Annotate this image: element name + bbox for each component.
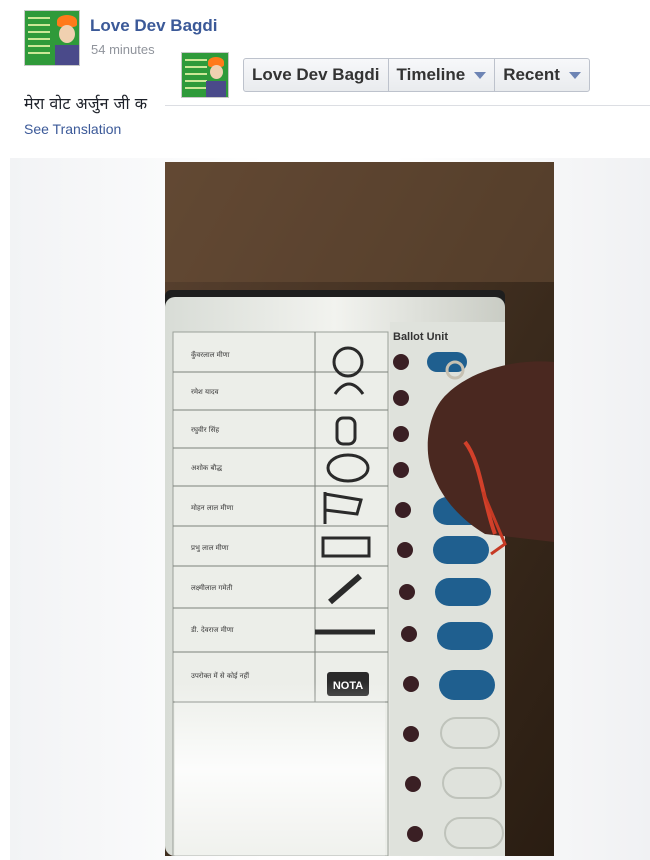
timeline-nav-panel: Love Dev Bagdi Timeline Recent: [165, 44, 650, 106]
caret-down-icon: [474, 71, 487, 79]
candidate-name: डी. देवराज मीणा: [190, 625, 234, 634]
candidate-name: लक्ष्मीलाल गमेती: [191, 583, 233, 592]
avatar-text-lines: [185, 59, 207, 94]
candidate-name: रघुवीर सिंह: [191, 425, 219, 434]
nav-avatar[interactable]: [181, 52, 229, 98]
profile-name-button[interactable]: Love Dev Bagdi: [244, 59, 389, 91]
post-timestamp[interactable]: 54 minutes: [91, 42, 155, 57]
ballot-unit-label: Ballot Unit: [393, 331, 448, 343]
avatar-shirt: [55, 45, 79, 65]
candidate-name: अशोक बौद्ध: [191, 463, 222, 472]
candidate-name: रमेश यादव: [191, 387, 219, 396]
author-name-link[interactable]: Love Dev Bagdi: [90, 16, 218, 36]
post-text: मेरा वोट अर्जुन जी क: [24, 94, 147, 113]
nota-symbol: NOTA: [333, 680, 363, 692]
avatar-face: [210, 65, 223, 79]
see-translation-link[interactable]: See Translation: [24, 121, 121, 137]
evm-photo-illustration: कुँवरलाल मीणा रमेश यादव रघुवीर सिंह अशोक बौ…: [165, 162, 554, 856]
author-avatar[interactable]: [24, 10, 80, 66]
avatar-shirt: [206, 81, 226, 97]
caret-down-icon: [568, 71, 581, 79]
candidate-name: उपरोक्त में से कोई नहीं: [191, 671, 249, 680]
timeline-label: Timeline: [396, 65, 466, 84]
timeline-nav-bar: Love Dev Bagdi Timeline Recent: [243, 58, 590, 92]
timeline-dropdown[interactable]: Timeline: [389, 59, 496, 91]
avatar-face: [59, 25, 75, 43]
avatar-text-lines: [28, 17, 50, 59]
candidate-name: मोहन लाल मीणा: [191, 503, 233, 512]
post-photo[interactable]: कुँवरलाल मीणा रमेश यादव रघुवीर सिंह अशोक बौ…: [165, 162, 554, 856]
recent-label: Recent: [503, 65, 560, 84]
candidate-name: कुँवरलाल मीणा: [191, 350, 230, 359]
recent-dropdown[interactable]: Recent: [495, 59, 589, 91]
candidate-name: प्रभु लाल मीणा: [191, 543, 229, 552]
profile-name-label: Love Dev Bagdi: [252, 65, 380, 84]
